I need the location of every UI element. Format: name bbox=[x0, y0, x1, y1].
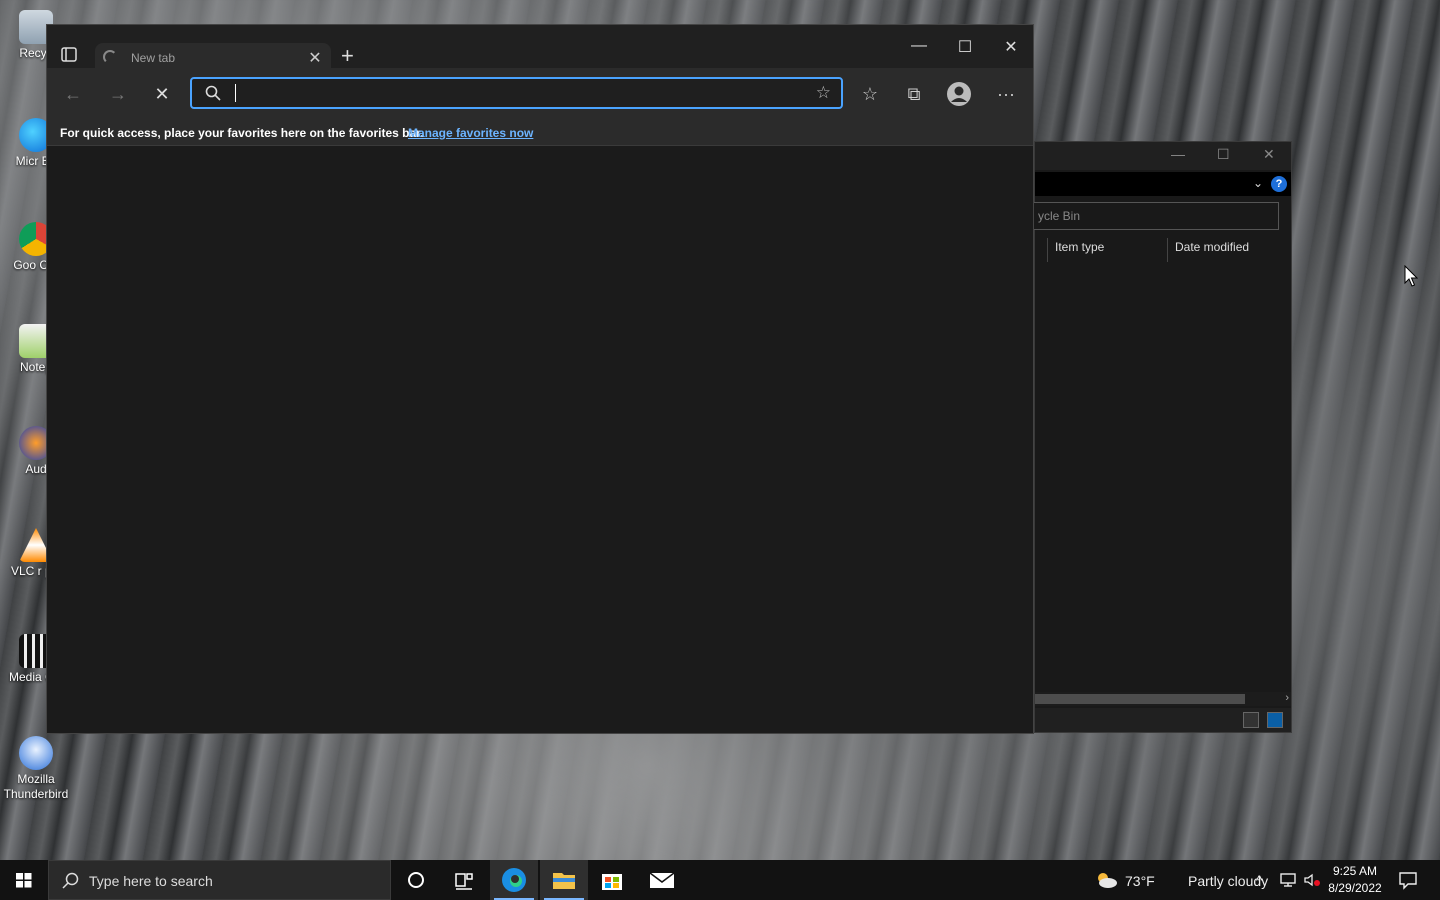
mail-icon bbox=[649, 872, 675, 888]
desktop-icon-label: Mozilla Thunderbird bbox=[3, 772, 69, 801]
weather-partly-cloudy-icon[interactable] bbox=[1094, 870, 1118, 900]
favorites-bar: For quick access, place your favorites h… bbox=[47, 120, 1033, 146]
favorites-icon[interactable]: ☆ bbox=[857, 81, 883, 107]
column-separator[interactable] bbox=[1167, 238, 1168, 262]
microsoft-store-icon bbox=[602, 874, 622, 890]
network-icon[interactable] bbox=[1279, 872, 1297, 900]
tab-strip: New tab ✕ + — ☐ ✕ bbox=[47, 25, 1034, 73]
task-view-button[interactable] bbox=[440, 860, 488, 900]
taskbar-clock[interactable]: 9:25 AM 8/29/2022 bbox=[1326, 863, 1384, 897]
explorer-close-button[interactable]: ✕ bbox=[1263, 146, 1275, 163]
column-header-date-modified[interactable]: Date modified bbox=[1175, 240, 1249, 254]
explorer-titlebar: — ☐ ✕ bbox=[1035, 142, 1291, 170]
desktop-icon-label: Aud bbox=[25, 462, 47, 476]
edge-browser-window: New tab ✕ + — ☐ ✕ ← → ✕ ☆ ☆ ⧉ ··· For qu… bbox=[46, 24, 1034, 734]
search-icon bbox=[61, 871, 81, 896]
horizontal-scrollbar[interactable]: › bbox=[1035, 692, 1291, 706]
explorer-statusbar bbox=[1035, 708, 1291, 732]
large-icons-view-icon[interactable] bbox=[1267, 712, 1283, 728]
address-input[interactable] bbox=[236, 83, 796, 103]
collections-icon[interactable]: ⧉ bbox=[901, 81, 927, 107]
settings-more-icon[interactable]: ··· bbox=[993, 81, 1019, 107]
forward-button[interactable]: → bbox=[106, 82, 130, 106]
cortana-circle-icon bbox=[408, 872, 424, 888]
tab-title: New tab bbox=[131, 51, 176, 65]
taskbar-edge-button[interactable] bbox=[490, 860, 538, 900]
folder-icon bbox=[553, 873, 575, 889]
volume-muted-icon[interactable] bbox=[1303, 872, 1321, 900]
column-header-item-type[interactable]: Item type bbox=[1055, 240, 1104, 254]
help-icon[interactable]: ? bbox=[1271, 176, 1287, 192]
task-view-icon bbox=[455, 873, 473, 890]
explorer-maximize-button[interactable]: ☐ bbox=[1217, 146, 1230, 163]
tab-actions-menu-icon[interactable] bbox=[61, 47, 79, 63]
navigation-toolbar: ← → ✕ ☆ ☆ ⧉ ··· bbox=[47, 68, 1033, 120]
back-button[interactable]: ← bbox=[61, 82, 85, 106]
cortana-button[interactable] bbox=[392, 860, 440, 900]
loading-spinner-icon bbox=[103, 50, 117, 64]
taskbar-search-box[interactable]: Type here to search bbox=[48, 860, 391, 900]
page-content bbox=[47, 146, 1033, 733]
taskbar-file-explorer-button[interactable] bbox=[540, 860, 588, 900]
taskbar: Type here to search 73°F Partly cloudy ^… bbox=[0, 860, 1440, 900]
explorer-search-input[interactable]: ycle Bin bbox=[1033, 202, 1279, 230]
scrollbar-thumb[interactable] bbox=[1035, 694, 1245, 704]
close-button[interactable]: ✕ bbox=[988, 37, 1034, 57]
clock-time: 9:25 AM bbox=[1332, 864, 1378, 878]
mouse-cursor-icon bbox=[1404, 264, 1419, 292]
favorites-bar-message: For quick access, place your favorites h… bbox=[60, 126, 424, 140]
minimize-button[interactable]: — bbox=[896, 37, 942, 55]
maximize-button[interactable]: ☐ bbox=[942, 37, 988, 57]
address-bar[interactable]: ☆ bbox=[190, 77, 843, 109]
details-view-icon[interactable] bbox=[1243, 712, 1259, 728]
edge-icon bbox=[502, 868, 526, 892]
file-explorer-window: — ☐ ✕ ⌄ ? ycle Bin Item type Date modifi… bbox=[1033, 141, 1292, 733]
chevron-down-icon[interactable]: ⌄ bbox=[1253, 176, 1263, 190]
taskbar-mail-button[interactable] bbox=[638, 860, 686, 900]
show-hidden-icons-chevron-up-icon[interactable]: ^ bbox=[1256, 872, 1263, 900]
manage-favorites-link[interactable]: Manage favorites now bbox=[408, 126, 533, 140]
column-separator[interactable] bbox=[1047, 238, 1048, 262]
taskbar-search-placeholder: Type here to search bbox=[89, 873, 213, 889]
thunderbird-icon bbox=[19, 736, 53, 770]
action-center-notification-icon[interactable] bbox=[1398, 870, 1418, 900]
clock-date: 8/29/2022 bbox=[1328, 881, 1382, 895]
weather-temperature[interactable]: 73°F bbox=[1125, 873, 1155, 900]
add-favorite-star-icon[interactable]: ☆ bbox=[816, 83, 831, 103]
scroll-right-icon[interactable]: › bbox=[1285, 692, 1289, 704]
explorer-minimize-button[interactable]: — bbox=[1171, 146, 1185, 162]
tab-close-button[interactable]: ✕ bbox=[305, 48, 325, 68]
profile-avatar-icon[interactable] bbox=[946, 81, 972, 107]
explorer-ribbon: ⌄ ? bbox=[1035, 172, 1291, 196]
start-button[interactable] bbox=[0, 860, 48, 900]
taskbar-store-button[interactable] bbox=[588, 860, 636, 900]
desktop-icon-thunderbird[interactable]: Mozilla Thunderbird bbox=[2, 736, 70, 802]
windows-logo-icon bbox=[16, 873, 32, 888]
search-icon bbox=[204, 84, 222, 107]
stop-loading-button[interactable]: ✕ bbox=[150, 82, 174, 106]
new-tab-button[interactable]: + bbox=[341, 44, 354, 68]
